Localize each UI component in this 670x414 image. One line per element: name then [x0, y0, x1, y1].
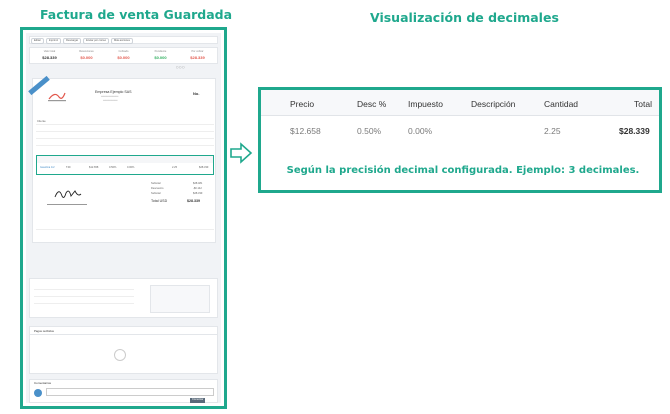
attachments-dropzone[interactable]: [150, 285, 210, 313]
col-header-description: Descripción: [471, 99, 516, 109]
empty-state-icon: [114, 349, 126, 361]
item-tax: 0.00%: [127, 166, 135, 169]
comments-title: Comentarios: [34, 381, 52, 385]
col-header-price: Precio: [290, 99, 315, 109]
comment-input[interactable]: [46, 388, 214, 396]
summary-label: Cobrado: [118, 50, 129, 53]
items-table-highlight: Gasolina 1/2 T49 $12.658 0.50% 0.00% 2.2…: [36, 155, 214, 175]
download-button[interactable]: Descargar: [63, 38, 82, 44]
tabs-bar: [30, 327, 217, 335]
print-button[interactable]: Imprimir: [45, 38, 62, 44]
cell-discount: 0.50%: [357, 126, 382, 136]
invoice-toolbar: Editar Imprimir Descargar Enviar por cor…: [29, 36, 218, 44]
client-label: Cliente: [37, 119, 46, 123]
totals-label: Subtotal: [151, 192, 161, 195]
totals-value: $28.339: [193, 192, 203, 195]
company-details: ━━━━━━━━━━: [103, 99, 118, 102]
total-label: Total USD: [151, 199, 168, 203]
avatar: [34, 389, 42, 397]
print-options[interactable]: ▢ ▢ ▢: [176, 66, 184, 70]
summary-value: $0.000: [80, 55, 93, 60]
item-discount: 0.50%: [109, 166, 117, 169]
item-price: $12.658: [89, 166, 99, 169]
summary-total: Valor total $28.339: [31, 48, 68, 65]
tab-payments[interactable]: Pagos recibidos: [34, 330, 54, 333]
divider: [34, 289, 134, 290]
signature-line: [47, 204, 87, 205]
left-heading: Factura de venta Guardada: [40, 7, 233, 22]
item-total: $28.339: [199, 166, 209, 169]
cell-price: $12.658: [290, 126, 321, 136]
col-header-tax: Impuesto: [408, 99, 443, 109]
divider: [36, 145, 214, 146]
col-header-total: Total: [634, 99, 652, 109]
col-header-quantity: Cantidad: [544, 99, 579, 109]
comment-button[interactable]: Comentar: [190, 398, 206, 403]
more-actions-button[interactable]: Más acciones: [111, 38, 133, 44]
right-heading: Visualización de decimales: [370, 10, 559, 25]
totals-label: Subtotal: [151, 182, 161, 185]
summary-label: Valor total: [43, 50, 56, 53]
summary-label: Por cobrar: [191, 50, 204, 53]
cell-quantity: 2.25: [544, 126, 561, 136]
invoice-document: Empresa Ejemplo SAS ━━━━━━━━━━━━ ━━━━━━━…: [28, 75, 216, 243]
invoice-number: No.: [193, 91, 200, 96]
divider: [36, 229, 214, 230]
divider: [36, 131, 214, 132]
item-quantity: 2.25: [172, 166, 178, 169]
totals-value: -$0.142: [193, 187, 202, 190]
summary-withholdings: Retenciones $0.000: [68, 48, 105, 65]
cell-total: $28.339: [619, 126, 650, 136]
signature-icon: [54, 190, 82, 198]
comments-section: Comentarios Comentar: [29, 379, 218, 403]
item-reference: T49: [66, 166, 71, 169]
summary-value: $28.339: [190, 55, 205, 60]
invoice-preview-frame: Editar Imprimir Descargar Enviar por cor…: [20, 27, 227, 409]
summary-value: $0.000: [117, 55, 130, 60]
send-email-button[interactable]: Enviar por correo: [83, 38, 110, 44]
totals-label: Descuento: [151, 187, 164, 190]
divider: [36, 124, 214, 125]
invoice-page: Editar Imprimir Descargar Enviar por cor…: [26, 33, 221, 403]
arrow-right-icon: [230, 142, 253, 164]
total-value: $28.339: [187, 199, 200, 203]
items-table-header: [37, 156, 213, 163]
company-logo-icon: [48, 92, 66, 102]
invoice-summary-bar: Valor total $28.339 Retenciones $0.000 C…: [29, 47, 218, 64]
summary-value: $0.000: [154, 55, 167, 60]
divider: [34, 296, 134, 297]
summary-value: $28.339: [42, 55, 57, 60]
summary-to-collect: Por cobrar $28.339: [179, 48, 216, 65]
divider: [36, 138, 214, 139]
divider: [34, 303, 134, 304]
payment-info-section: [29, 278, 218, 318]
item-name: Gasolina 1/2: [40, 166, 55, 169]
edit-button[interactable]: Editar: [31, 38, 44, 44]
summary-label: Retenciones: [79, 50, 94, 53]
totals-value: $28.481: [193, 182, 203, 185]
payments-section: Pagos recibidos: [29, 326, 218, 374]
col-header-discount: Desc %: [357, 99, 387, 109]
summary-collected: Cobrado $0.000: [105, 48, 142, 65]
summary-pending: Pendiente $0.000: [142, 48, 179, 65]
summary-label: Pendiente: [154, 50, 167, 53]
decimal-note: Según la precisión decimal configurada. …: [286, 165, 640, 176]
cell-tax: 0.00%: [408, 126, 433, 136]
detail-table-header: Precio Desc % Impuesto Descripción Canti…: [261, 90, 659, 116]
decimal-detail-panel: Precio Desc % Impuesto Descripción Canti…: [258, 87, 662, 193]
